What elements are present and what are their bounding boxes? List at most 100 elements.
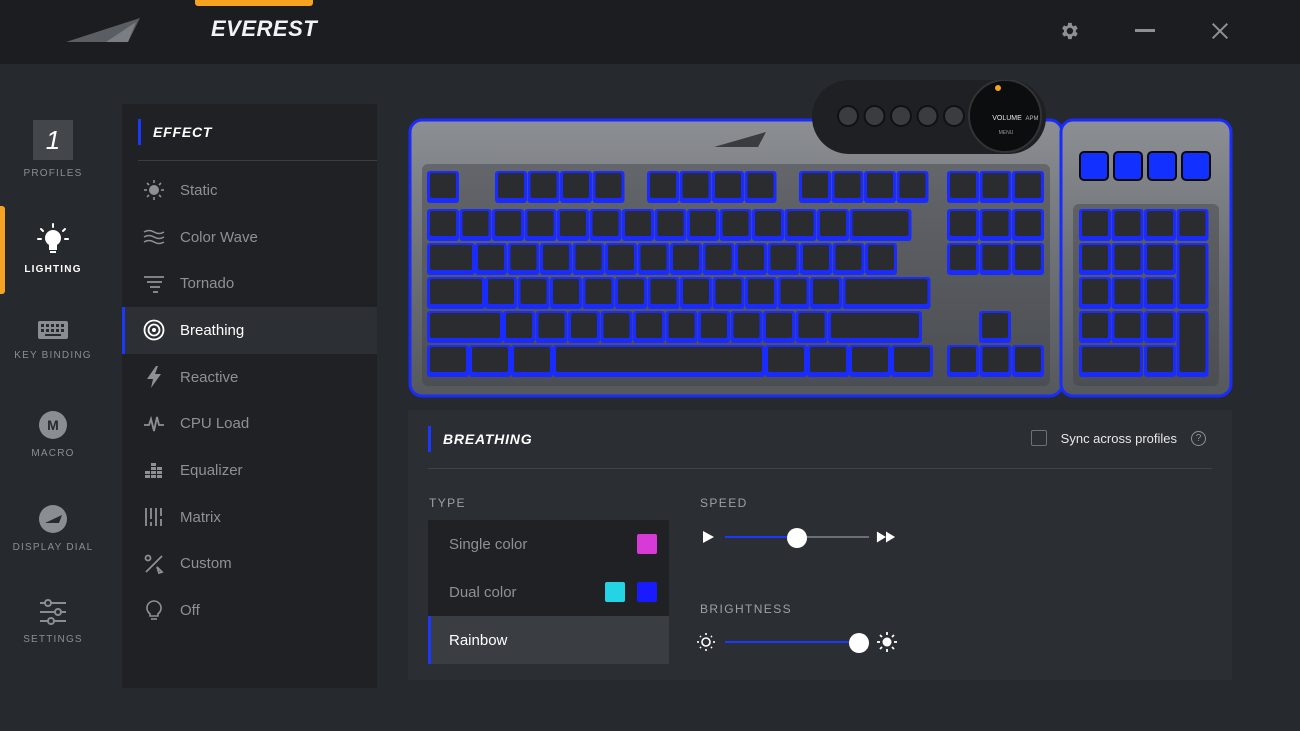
app-title: EVEREST <box>211 16 318 41</box>
brightness-slider[interactable] <box>696 630 908 654</box>
effect-label: Reactive <box>180 368 239 386</box>
effect-label: Tornado <box>180 275 235 293</box>
type-label: Single color <box>449 535 528 553</box>
brightness-high-icon[interactable] <box>877 632 897 652</box>
color-swatch[interactable] <box>637 534 657 554</box>
keyboard-key <box>459 209 492 241</box>
effect-item-equalizer[interactable]: Equalizer <box>122 447 377 494</box>
keyboard-key <box>947 171 979 203</box>
keyboard-key <box>947 209 979 241</box>
keyboard-key <box>1111 277 1144 309</box>
nav-item-profiles[interactable]: 1 PROFILES <box>0 120 106 208</box>
breathing-panel: BREATHING Sync across profiles ? TYPE Si… <box>408 410 1232 680</box>
nav-label: SETTINGS <box>23 634 83 645</box>
nav-item-settings[interactable]: SETTINGS <box>0 598 106 686</box>
effect-item-static[interactable]: Static <box>122 167 377 214</box>
control-knob <box>863 105 886 127</box>
slider-track[interactable] <box>725 641 869 643</box>
keyboard-key <box>765 345 807 377</box>
brightness-low-icon[interactable] <box>696 632 716 652</box>
effect-item-cpu-load[interactable]: CPU Load <box>122 400 377 447</box>
type-item-single-color[interactable]: Single color <box>428 520 669 568</box>
keyboard-key <box>615 277 647 309</box>
control-knob <box>943 105 965 127</box>
effect-panel: EFFECT Static Color Wave Tornado Breathi… <box>122 104 377 688</box>
help-icon[interactable]: ? <box>1191 430 1206 446</box>
nav-item-key-binding[interactable]: KEY BINDING <box>0 318 106 406</box>
effect-list: Static Color Wave Tornado Breathing Reac <box>122 167 377 634</box>
lightning-icon <box>142 365 166 389</box>
keyboard-key <box>800 243 832 275</box>
minimize-button[interactable] <box>1132 18 1158 44</box>
keyboard-key <box>469 345 511 377</box>
effect-label: Color Wave <box>180 228 258 246</box>
nav-item-lighting[interactable]: LIGHTING <box>0 222 106 310</box>
fast-forward-icon[interactable] <box>876 527 896 547</box>
keyboard-key <box>795 311 828 343</box>
keyboard-key <box>427 209 459 241</box>
brand-logo <box>66 18 140 42</box>
sliders-icon <box>40 599 66 625</box>
keyboard-key <box>633 311 665 343</box>
keyboard-key <box>427 277 485 309</box>
nav-item-display-dial[interactable]: DISPLAY DIAL <box>0 504 106 592</box>
keyboard-key <box>589 209 622 241</box>
keyboard-key <box>979 243 1012 275</box>
keyboard-key <box>560 171 592 203</box>
close-button[interactable] <box>1207 18 1233 44</box>
keyboard-preview[interactable]: VOLUME APM MENU <box>408 79 1234 398</box>
sync-checkbox[interactable] <box>1030 430 1047 446</box>
keyboard-key <box>1144 345 1176 377</box>
type-item-dual-color[interactable]: Dual color <box>428 568 669 616</box>
type-label: TYPE <box>429 496 466 510</box>
speed-slider[interactable] <box>698 525 908 549</box>
effect-item-matrix[interactable]: Matrix <box>122 494 377 541</box>
gear-icon <box>1062 22 1078 40</box>
keyboard-key <box>622 209 654 241</box>
keyboard-key <box>568 311 600 343</box>
effect-item-reactive[interactable]: Reactive <box>122 354 377 401</box>
effect-item-tornado[interactable]: Tornado <box>122 260 377 307</box>
keyboard-key <box>665 311 698 343</box>
color-swatch-2[interactable] <box>637 582 657 602</box>
keyboard-key <box>1012 171 1044 203</box>
divider <box>428 468 1212 469</box>
dial-apm-label: APM <box>1025 116 1038 122</box>
effect-item-custom[interactable]: Custom <box>122 541 377 588</box>
keyboard-key <box>763 311 795 343</box>
effect-item-breathing[interactable]: Breathing <box>122 307 377 354</box>
keyboard-key <box>637 243 670 275</box>
effect-heading: EFFECT <box>153 124 213 140</box>
media-key <box>1113 151 1143 181</box>
slider-thumb[interactable] <box>848 633 869 653</box>
effect-item-color-wave[interactable]: Color Wave <box>122 214 377 261</box>
keyboard-key <box>864 171 896 203</box>
keyboard-key <box>744 171 777 203</box>
keyboard-key <box>557 209 589 241</box>
type-item-rainbow[interactable]: Rainbow <box>428 616 669 664</box>
keyboard-key <box>1079 243 1111 275</box>
effect-header: EFFECT <box>122 104 377 160</box>
nav-item-macro[interactable]: M MACRO <box>0 410 106 498</box>
keyboard-key <box>799 171 831 203</box>
keyboard-key <box>712 277 745 309</box>
keyboard-key <box>849 209 912 241</box>
keyboard-key <box>698 311 730 343</box>
keyboard-key <box>540 243 572 275</box>
keyboard-key <box>427 171 459 203</box>
slider-thumb[interactable] <box>787 528 807 548</box>
effect-label: Static <box>180 181 218 199</box>
slider-fill <box>725 641 859 643</box>
keyboard-key <box>600 311 633 343</box>
keyboard-key <box>535 311 568 343</box>
color-swatch-1[interactable] <box>605 582 625 602</box>
settings-button[interactable] <box>1056 18 1082 44</box>
keyboard-key <box>828 311 922 343</box>
nav-label: MACRO <box>31 448 75 459</box>
play-icon[interactable] <box>698 527 718 547</box>
keyboard-key <box>592 171 625 203</box>
type-label: Dual color <box>449 583 517 601</box>
keyboard-key <box>979 345 1012 377</box>
keyboard-image: VOLUME APM MENU <box>408 79 1233 398</box>
effect-item-off[interactable]: Off <box>122 587 377 634</box>
